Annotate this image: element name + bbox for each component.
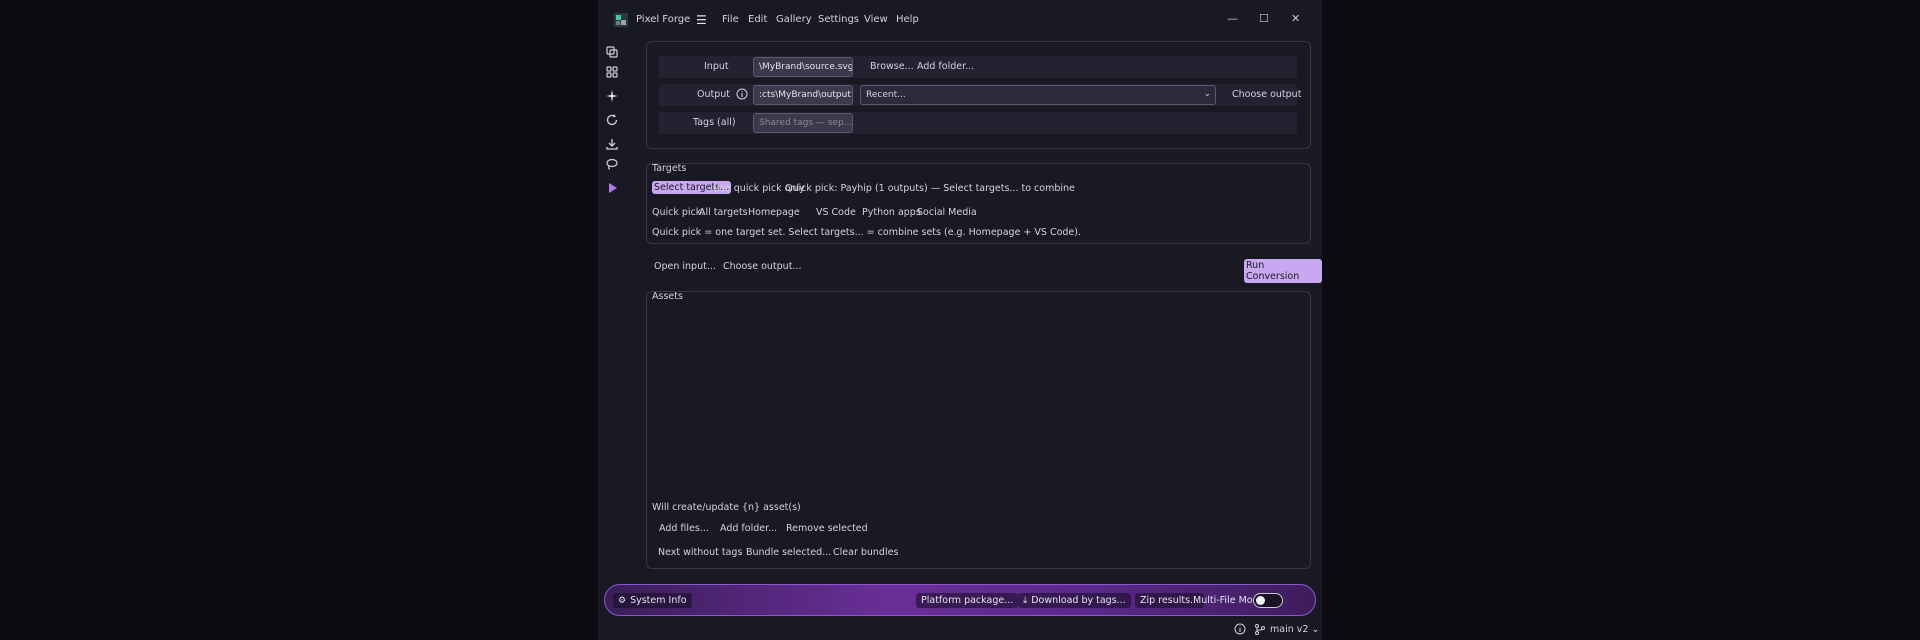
play-icon[interactable] xyxy=(604,180,620,196)
quick-pick-homepage[interactable]: Homepage xyxy=(748,207,800,218)
add-files-button[interactable]: Add files... xyxy=(659,523,709,534)
multi-file-mode-toggle[interactable] xyxy=(1253,593,1283,608)
quick-pick-label: Quick pick: xyxy=(652,207,705,218)
tags-label: Tags (all) xyxy=(693,117,736,128)
input-row: Input \MyBrand\source.svg Browse... Add … xyxy=(659,56,1297,78)
download-by-tags-button[interactable]: ⤓ Download by tags... xyxy=(1018,593,1131,608)
quick-pick-social-media[interactable]: Social Media xyxy=(917,207,977,218)
app-title: Pixel Forge xyxy=(636,14,691,25)
quick-pick-vs-code[interactable]: VS Code xyxy=(816,207,856,218)
system-info-button[interactable]: ⚙ System Info xyxy=(613,593,692,608)
input-label: Input xyxy=(704,61,729,72)
bundle-selected-button[interactable]: Bundle selected... xyxy=(746,547,831,558)
menu-settings[interactable]: Settings xyxy=(818,14,859,25)
quick-pick-hint: Quick pick = one target set. Select targ… xyxy=(652,227,1082,238)
close-button[interactable]: ✕ xyxy=(1291,12,1300,25)
input-path-field[interactable]: \MyBrand\source.svg xyxy=(753,57,853,77)
menu-gallery[interactable]: Gallery xyxy=(776,14,812,25)
branch-label: main v2 xyxy=(1270,624,1309,635)
next-without-tags-button[interactable]: Next without tags xyxy=(658,547,742,558)
layers-icon[interactable] xyxy=(604,44,620,60)
download-icon: ⤓ xyxy=(1023,595,1028,606)
system-info-label: System Info xyxy=(630,595,687,606)
assets-summary: Will create/update {n} asset(s) xyxy=(652,502,801,513)
output-row: Output :cts\MyBrand\output Recent... ⌄ C… xyxy=(659,84,1301,106)
app-window: Pixel Forge ☰ File Edit Gallery Settings… xyxy=(598,0,1322,640)
choose-output-button[interactable]: Choose output xyxy=(1232,89,1301,100)
bottom-action-bar: ⚙ System Info Platform package... ⤓ Downlo… xyxy=(604,584,1316,616)
menu-help[interactable]: Help xyxy=(896,14,919,25)
maximize-button[interactable]: ☐ xyxy=(1259,12,1269,25)
quick-pick-all-targets[interactable]: All targets xyxy=(699,207,748,218)
targets-title: Targets xyxy=(652,163,687,174)
run-conversion-button[interactable]: Run Conversion xyxy=(1244,259,1322,283)
recent-output-select[interactable]: Recent... ⌄ xyxy=(860,85,1216,105)
open-input-button[interactable]: Open input... xyxy=(654,261,716,272)
minimize-button[interactable]: — xyxy=(1227,12,1238,25)
targets-panel: Targets Select targets... Use quick pick… xyxy=(646,163,1311,244)
title-bar: Pixel Forge ☰ File Edit Gallery Settings… xyxy=(598,0,1322,40)
sparkle-icon[interactable] xyxy=(604,88,620,104)
assets-title: Assets xyxy=(652,291,683,302)
add-folder-button[interactable]: Add folder... xyxy=(917,61,974,72)
output-label: Output xyxy=(697,89,730,100)
clear-bundles-button[interactable]: Clear bundles xyxy=(833,547,898,558)
chevron-down-icon: ⌄ xyxy=(1311,624,1320,635)
download-icon[interactable] xyxy=(604,136,620,152)
recent-output-value: Recent... xyxy=(866,90,906,100)
quick-pick-status: Quick pick: Payhip (1 outputs) — Select … xyxy=(785,183,1075,194)
io-panel: Input \MyBrand\source.svg Browse... Add … xyxy=(646,41,1311,149)
gear-icon: ⚙ xyxy=(618,596,627,606)
chevron-down-icon: ⌄ xyxy=(1203,89,1211,99)
hamburger-menu-icon[interactable]: ☰ xyxy=(696,13,707,27)
git-branch-icon[interactable] xyxy=(1254,623,1266,635)
platform-package-button[interactable]: Platform package... xyxy=(916,593,1019,608)
info-icon[interactable] xyxy=(736,88,748,100)
tags-row: Tags (all) Shared tags — sep... xyxy=(659,112,1297,134)
quick-pick-python-apps[interactable]: Python apps xyxy=(862,207,921,218)
download-by-tags-label: Download by tags... xyxy=(1031,595,1126,606)
add-folder-assets-button[interactable]: Add folder... xyxy=(720,523,777,534)
refresh-icon[interactable] xyxy=(604,112,620,128)
shared-tags-field[interactable]: Shared tags — sep... xyxy=(753,113,853,133)
menu-view[interactable]: View xyxy=(864,14,888,25)
info-icon[interactable] xyxy=(1234,623,1246,635)
toggle-knob xyxy=(1256,596,1265,605)
menu-file[interactable]: File xyxy=(722,14,739,25)
browse-button[interactable]: Browse... xyxy=(870,61,914,72)
menu-edit[interactable]: Edit xyxy=(748,14,767,25)
choose-output-action-button[interactable]: Choose output... xyxy=(723,261,802,272)
assets-panel: Assets Will create/update {n} asset(s) A… xyxy=(646,291,1311,569)
branch-status[interactable]: main v2 ⌄ xyxy=(1270,624,1319,635)
output-path-field[interactable]: :cts\MyBrand\output xyxy=(753,85,853,105)
app-logo-icon xyxy=(614,13,628,27)
lasso-icon[interactable] xyxy=(604,156,620,172)
remove-selected-button[interactable]: Remove selected xyxy=(786,523,868,534)
grid-icon[interactable] xyxy=(604,64,620,80)
